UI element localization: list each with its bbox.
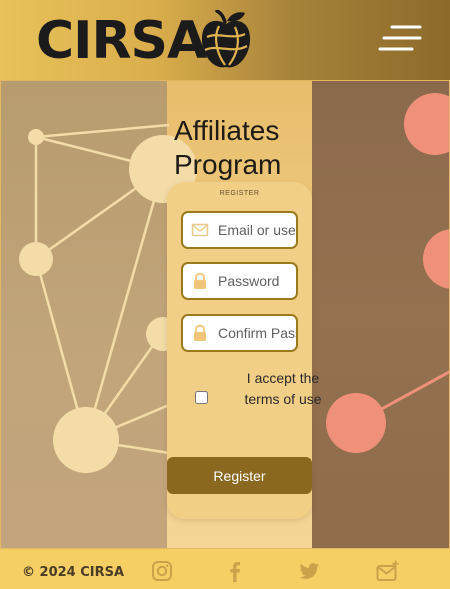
hamburger-menu-icon[interactable] (378, 24, 422, 54)
envelope-icon (191, 223, 209, 237)
confirm-password-input[interactable] (218, 325, 296, 341)
register-section-label: REGISTER (219, 190, 260, 197)
site-header: CIRSA (0, 0, 450, 80)
page-title-line-2: Program (174, 149, 282, 180)
email-field[interactable] (181, 211, 298, 249)
apple-logo-icon (201, 10, 251, 68)
page-title: Affiliates Program (174, 114, 314, 182)
lock-icon (194, 324, 206, 341)
terms-label: I accept the terms of use (244, 370, 322, 407)
password-field[interactable] (181, 262, 298, 300)
cirsa-logo[interactable]: CIRSA (36, 10, 251, 72)
twitter-icon[interactable] (298, 560, 320, 582)
terms-checkbox[interactable] (195, 391, 208, 404)
email-input[interactable] (218, 222, 296, 238)
register-button[interactable]: Register (167, 457, 312, 494)
instagram-icon[interactable] (151, 560, 173, 582)
register-form-card: REGISTER I accept the terms of (167, 182, 322, 519)
main-content: Affiliates Program REGISTER Email or use… (0, 80, 450, 549)
logo-text: CIRSA (36, 11, 207, 71)
terms-row: I accept the terms of use (195, 368, 322, 432)
mail-plus-icon[interactable] (376, 560, 400, 582)
lock-icon (194, 272, 206, 289)
site-footer: © 2024 CIRSA (0, 549, 450, 589)
confirm-password-field[interactable] (181, 314, 298, 352)
page-title-line-1: Affiliates (174, 115, 280, 146)
facebook-icon[interactable] (224, 560, 246, 582)
copyright-text: © 2024 CIRSA (22, 565, 125, 580)
password-input[interactable] (218, 273, 296, 289)
